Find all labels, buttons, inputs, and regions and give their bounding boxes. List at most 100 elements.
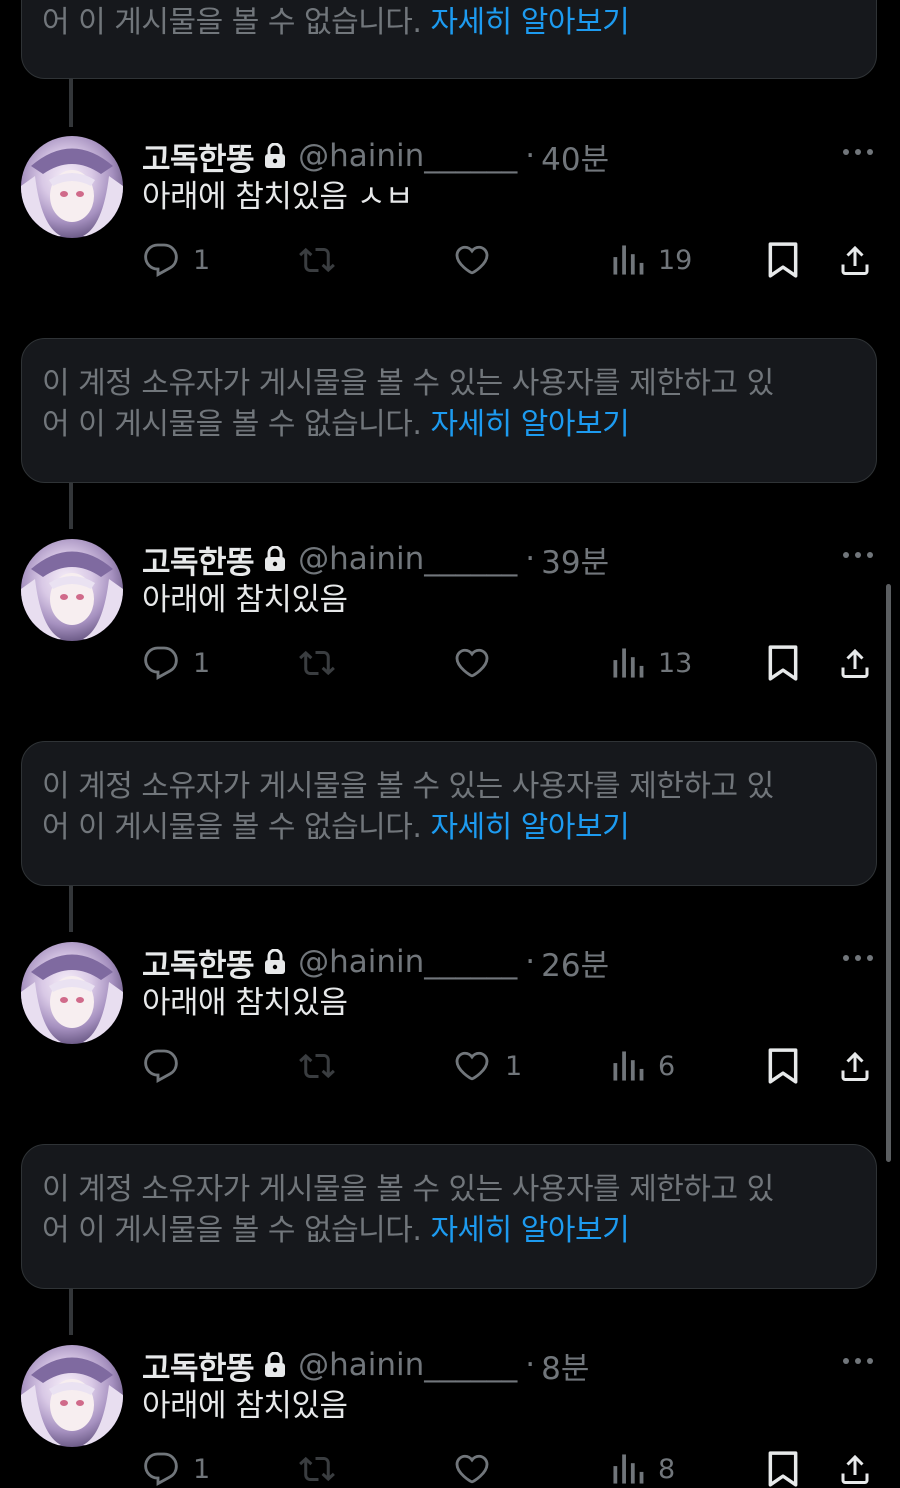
notice-line-2: 어 이 게시물을 볼 수 없습니다. 자세히 알아보기 [42, 2, 856, 43]
thread-view: 이 계정 소유자가 게시물을 볼 수 있는 사용자를 제한하고 있 어 이 게시… [0, 0, 900, 1488]
tweet[interactable]: 고독한똥 @hainin______ · 26분 아래애 참치있음 1 6 [0, 942, 900, 1102]
reply-button[interactable]: 1 [143, 641, 210, 685]
views-button[interactable]: 6 [612, 1044, 675, 1088]
tweet[interactable]: 고독한똥 @hainin______ · 40분 아래에 참치있음 ㅅㅂ 1 1… [0, 136, 900, 296]
retweet-icon [299, 1456, 335, 1482]
heart-icon [455, 1454, 489, 1484]
retweet-button[interactable] [297, 1044, 337, 1088]
avatar[interactable] [21, 942, 123, 1044]
more-icon[interactable] [843, 955, 873, 961]
timestamp[interactable]: 39분 [541, 537, 609, 582]
user-handle[interactable]: @hainin______ [298, 541, 517, 577]
reply-button[interactable] [143, 1044, 193, 1088]
learn-more-link[interactable]: 자세히 알아보기 [430, 810, 629, 845]
retweet-icon [299, 650, 335, 676]
more-icon[interactable] [843, 552, 873, 558]
tweet[interactable]: 고독한똥 @hainin______ · 8분 아래에 참치있음 1 8 [0, 1345, 900, 1488]
timestamp[interactable]: 40분 [541, 134, 609, 179]
bookmark-button[interactable] [767, 1044, 799, 1088]
retweet-button[interactable] [297, 238, 337, 282]
thread-connector [69, 483, 73, 529]
reply-icon [144, 1452, 178, 1486]
timestamp[interactable]: 8분 [541, 1343, 589, 1388]
bookmark-icon [768, 242, 798, 278]
restricted-post-notice: 이 계정 소유자가 게시물을 볼 수 있는 사용자를 제한하고 있 어 이 게시… [21, 741, 877, 886]
user-handle[interactable]: @hainin______ [298, 944, 517, 980]
tweet[interactable]: 고독한똥 @hainin______ · 39분 아래에 참치있음 1 13 [0, 539, 900, 699]
user-handle[interactable]: @hainin______ [298, 1347, 517, 1383]
views-button[interactable]: 8 [612, 1447, 675, 1488]
view-count: 6 [658, 1050, 676, 1082]
like-button[interactable] [453, 1447, 505, 1488]
display-name[interactable]: 고독한똥 [142, 537, 255, 582]
reply-icon [144, 243, 178, 277]
restricted-post-notice: 이 계정 소유자가 게시물을 볼 수 있는 사용자를 제한하고 있 어 이 게시… [21, 1144, 877, 1289]
bookmark-icon [768, 1048, 798, 1084]
like-button[interactable] [453, 238, 505, 282]
tweet-header: 고독한똥 @hainin______ · 39분 [142, 537, 609, 582]
restricted-post-notice: 이 계정 소유자가 게시물을 볼 수 있는 사용자를 제한하고 있 어 이 게시… [21, 0, 877, 79]
notice-text: 어 이 게시물을 볼 수 없습니다. [42, 5, 431, 40]
retweet-button[interactable] [297, 641, 337, 685]
separator-dot: · [525, 541, 536, 577]
tweet-text: 아래애 참치있음 [142, 985, 348, 1021]
display-name[interactable]: 고독한똥 [142, 134, 255, 179]
learn-more-link[interactable]: 자세히 알아보기 [430, 5, 629, 40]
lock-icon [264, 546, 286, 572]
reply-button[interactable]: 1 [143, 1447, 210, 1488]
tweet-actions: 1 8 [0, 1447, 900, 1488]
separator-dot: · [525, 1347, 536, 1383]
views-icon [613, 648, 644, 678]
share-button[interactable] [837, 641, 873, 685]
separator-dot: · [525, 944, 536, 980]
timestamp[interactable]: 26분 [541, 940, 609, 985]
avatar[interactable] [21, 539, 123, 641]
tweet-actions: 1 13 [0, 641, 900, 685]
views-icon [613, 1454, 644, 1484]
notice-line-1: 이 계정 소유자가 게시물을 볼 수 있는 사용자를 제한하고 있 [42, 769, 774, 804]
share-button[interactable] [837, 1044, 873, 1088]
user-handle[interactable]: @hainin______ [298, 138, 517, 174]
share-icon [841, 245, 869, 275]
like-button[interactable]: 1 [453, 1044, 522, 1088]
lock-icon [264, 143, 286, 169]
display-name[interactable]: 고독한똥 [142, 940, 255, 985]
like-button[interactable] [453, 641, 505, 685]
bookmark-icon [768, 645, 798, 681]
views-button[interactable]: 19 [612, 238, 692, 282]
reply-button[interactable]: 1 [143, 238, 210, 282]
share-button[interactable] [837, 1447, 873, 1488]
tweet-actions: 1 19 [0, 238, 900, 282]
view-count: 13 [658, 647, 693, 679]
notice-line-1: 이 계정 소유자가 게시물을 볼 수 있는 사용자를 제한하고 있 [42, 1172, 774, 1207]
heart-icon [455, 245, 489, 275]
more-icon[interactable] [843, 149, 873, 155]
avatar-image [21, 1357, 123, 1447]
lock-icon [264, 1352, 286, 1378]
retweet-button[interactable] [297, 1447, 337, 1488]
views-icon [613, 1051, 644, 1081]
tweet-text: 아래에 참치있음 [142, 582, 348, 618]
more-icon[interactable] [843, 1358, 873, 1364]
learn-more-link[interactable]: 자세히 알아보기 [430, 407, 629, 442]
bookmark-icon [768, 1451, 798, 1487]
learn-more-link[interactable]: 자세히 알아보기 [430, 1213, 629, 1248]
avatar[interactable] [21, 136, 123, 238]
heart-icon [455, 648, 489, 678]
bookmark-button[interactable] [767, 641, 799, 685]
bookmark-button[interactable] [767, 238, 799, 282]
reply-icon [144, 1049, 178, 1083]
display-name[interactable]: 고독한똥 [142, 1343, 255, 1388]
view-count: 8 [658, 1453, 676, 1485]
share-icon [841, 1454, 869, 1484]
avatar-image [21, 954, 123, 1044]
views-button[interactable]: 13 [612, 641, 692, 685]
share-icon [841, 648, 869, 678]
bookmark-button[interactable] [767, 1447, 799, 1488]
share-button[interactable] [837, 238, 873, 282]
retweet-icon [299, 247, 335, 273]
notice-line-1: 이 계정 소유자가 게시물을 볼 수 있는 사용자를 제한하고 있 [42, 366, 774, 401]
scrollbar[interactable] [886, 584, 891, 1162]
lock-icon [264, 949, 286, 975]
avatar[interactable] [21, 1345, 123, 1447]
